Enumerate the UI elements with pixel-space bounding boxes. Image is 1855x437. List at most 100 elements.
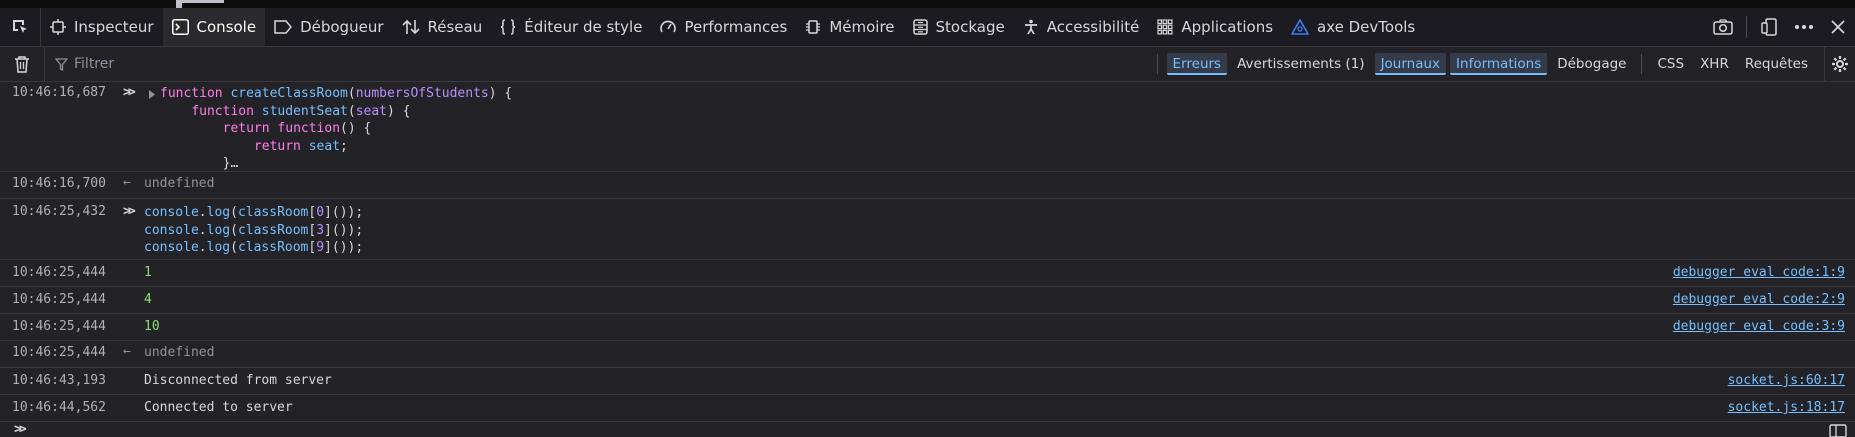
tab-label: axe DevTools bbox=[1317, 18, 1416, 36]
console-settings-button[interactable] bbox=[1824, 47, 1855, 81]
input-code: console.log(classRoom[0]()); console.log… bbox=[144, 205, 364, 255]
element-picker-button[interactable] bbox=[0, 8, 41, 46]
tab-accessibilite[interactable]: Accessibilité bbox=[1014, 8, 1149, 46]
style-editor-icon bbox=[501, 19, 516, 35]
inspector-icon bbox=[50, 19, 66, 35]
log-message: Disconnected from server bbox=[144, 373, 332, 388]
toolbar-right-tools bbox=[1706, 8, 1855, 46]
responsive-design-button[interactable] bbox=[1753, 8, 1787, 46]
screenshot-button[interactable] bbox=[1706, 8, 1740, 46]
tab-label: Réseau bbox=[427, 18, 483, 36]
console-icon bbox=[171, 19, 189, 35]
input-code: function createClassRoom(numbersOfStuden… bbox=[160, 86, 513, 171]
tab-label: Stockage bbox=[935, 18, 1005, 36]
tab-axe-devtools[interactable]: axe DevTools bbox=[1282, 8, 1424, 46]
input-chevron-icon: >> bbox=[123, 204, 136, 219]
window-top-strip bbox=[0, 0, 1855, 8]
log-value: 1 bbox=[144, 265, 152, 280]
filter-css-button[interactable]: CSS bbox=[1651, 53, 1690, 75]
performance-icon bbox=[660, 20, 677, 33]
tab-reseau[interactable]: Réseau bbox=[393, 8, 492, 46]
timestamp: 10:46:44,562 bbox=[12, 400, 106, 415]
trash-icon bbox=[15, 55, 29, 73]
tab-inspecteur[interactable]: Inspecteur bbox=[41, 8, 163, 46]
expand-toggle-icon[interactable] bbox=[148, 88, 156, 103]
filter-info-button[interactable]: Informations bbox=[1450, 53, 1548, 75]
filter-debug-button[interactable]: Débogage bbox=[1551, 53, 1632, 75]
tab-memoire[interactable]: Mémoire bbox=[796, 8, 903, 46]
memory-icon bbox=[806, 20, 821, 34]
storage-icon bbox=[912, 19, 928, 35]
result-arrow-icon: ← bbox=[123, 344, 131, 359]
tab-console[interactable]: Console bbox=[162, 8, 266, 46]
applications-icon bbox=[1157, 19, 1173, 35]
source-location-link[interactable]: debugger eval code:2:9 bbox=[1673, 292, 1845, 307]
filter-warnings-button[interactable]: Avertissements (1) bbox=[1231, 53, 1370, 75]
timestamp: 10:46:25,444 bbox=[12, 319, 106, 334]
console-input-row: 10:46:16,687 >> function createClassRoom… bbox=[0, 82, 1855, 172]
timestamp: 10:46:16,687 bbox=[12, 85, 106, 100]
source-location-link[interactable]: debugger eval code:1:9 bbox=[1673, 265, 1845, 280]
console-log-row: 10:46:25,444 4 debugger eval code:2:9 bbox=[0, 287, 1855, 314]
filter-input[interactable]: Filtrer bbox=[55, 56, 114, 72]
log-value: 10 bbox=[144, 319, 160, 334]
console-filter-bar: Filtrer Erreurs Avertissements (1) Journ… bbox=[0, 47, 1855, 82]
axe-icon bbox=[1291, 19, 1310, 35]
ellipsis-icon bbox=[1795, 25, 1813, 29]
split-editor-icon bbox=[1829, 424, 1847, 437]
tab-label: Accessibilité bbox=[1046, 18, 1140, 36]
console-log-row: 10:46:25,444 1 debugger eval code:1:9 bbox=[0, 260, 1855, 287]
console-log-row: 10:46:43,193 Disconnected from server so… bbox=[0, 368, 1855, 395]
log-message: Connected to server bbox=[144, 400, 293, 415]
timestamp: 10:46:25,444 bbox=[12, 265, 106, 280]
tab-label: Éditeur de style bbox=[524, 18, 643, 36]
timestamp: 10:46:25,444 bbox=[12, 292, 106, 307]
tab-performances[interactable]: Performances bbox=[651, 8, 796, 46]
result-value: undefined bbox=[144, 176, 215, 191]
source-location-link[interactable]: debugger eval code:3:9 bbox=[1673, 319, 1845, 334]
tab-stockage[interactable]: Stockage bbox=[904, 8, 1014, 46]
debugger-icon bbox=[274, 20, 293, 34]
tab-debogueur[interactable]: Débogueur bbox=[265, 8, 392, 46]
log-level-filters: Erreurs Avertissements (1) Journaux Info… bbox=[1150, 47, 1855, 81]
input-chevron-icon: >> bbox=[123, 85, 136, 100]
tab-label: Applications bbox=[1181, 18, 1274, 36]
tab-label: Performances bbox=[684, 18, 788, 36]
console-input-row: 10:46:25,432 >> console.log(classRoom[0]… bbox=[0, 199, 1855, 260]
tab-applications[interactable]: Applications bbox=[1148, 8, 1282, 46]
tab-label: Console bbox=[196, 18, 257, 36]
close-devtools-button[interactable] bbox=[1821, 8, 1855, 46]
tab-editeur-de-style[interactable]: Éditeur de style bbox=[491, 8, 651, 46]
console-result-row: 10:46:25,444 ← undefined bbox=[0, 341, 1855, 368]
result-value: undefined bbox=[144, 345, 215, 360]
filter-requests-button[interactable]: Requêtes bbox=[1739, 53, 1814, 75]
accessibility-icon bbox=[1024, 19, 1037, 35]
filter-xhr-button[interactable]: XHR bbox=[1694, 53, 1735, 75]
tab-label: Inspecteur bbox=[74, 18, 154, 36]
camera-icon bbox=[1713, 19, 1733, 35]
source-location-link[interactable]: socket.js:60:17 bbox=[1728, 373, 1845, 388]
console-output: 10:46:16,687 >> function createClassRoom… bbox=[0, 82, 1855, 437]
timestamp: 10:46:25,432 bbox=[12, 204, 106, 219]
console-log-row: 10:46:44,562 Connected to server socket.… bbox=[0, 395, 1855, 422]
tab-label: Mémoire bbox=[829, 18, 895, 36]
filter-logs-button[interactable]: Journaux bbox=[1374, 53, 1447, 75]
responsive-mode-icon bbox=[1761, 18, 1777, 36]
timestamp: 10:46:43,193 bbox=[12, 373, 106, 388]
filter-errors-button[interactable]: Erreurs bbox=[1166, 53, 1228, 75]
devtools-toolbar: Inspecteur Console Débogueur Réseau Édit… bbox=[0, 8, 1855, 47]
close-icon bbox=[1831, 20, 1845, 34]
funnel-icon bbox=[55, 57, 68, 71]
log-value: 4 bbox=[144, 292, 152, 307]
editor-mode-toggle[interactable] bbox=[1829, 424, 1847, 437]
clear-console-button[interactable] bbox=[0, 47, 45, 81]
timestamp: 10:46:16,700 bbox=[12, 176, 106, 191]
source-location-link[interactable]: socket.js:18:17 bbox=[1728, 400, 1845, 415]
console-input-prompt[interactable]: >> bbox=[0, 422, 1855, 437]
console-log-row: 10:46:25,444 10 debugger eval code:3:9 bbox=[0, 314, 1855, 341]
more-options-button[interactable] bbox=[1787, 8, 1821, 46]
result-arrow-icon: ← bbox=[123, 175, 131, 190]
filter-placeholder: Filtrer bbox=[74, 56, 115, 72]
console-result-row: 10:46:16,700 ← undefined bbox=[0, 172, 1855, 199]
tab-label: Débogueur bbox=[300, 18, 384, 36]
